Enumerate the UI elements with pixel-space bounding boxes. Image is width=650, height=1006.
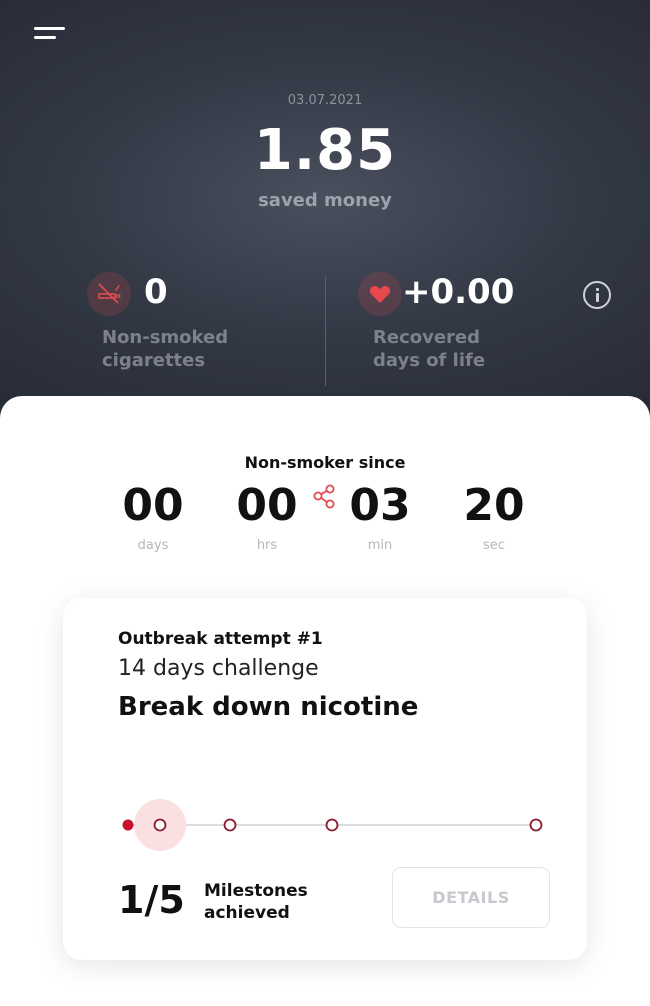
timer-hours: 00: [236, 480, 298, 531]
timer-hours-unit: hrs: [256, 538, 278, 553]
stats-divider: [325, 276, 326, 386]
saved-money-amount: 1.85: [253, 118, 397, 183]
timer-days-unit: days: [137, 538, 169, 553]
life-days-label: Recovered days of life: [373, 327, 486, 371]
menu-icon[interactable]: [32, 24, 68, 46]
challenge-goal: Break down nicotine: [118, 692, 419, 722]
non-smoker-since-title: Non-smoker since: [244, 453, 406, 472]
timer-seconds: 20: [463, 480, 525, 531]
challenge-name: 14 days challenge: [118, 656, 319, 681]
details-button[interactable]: DETAILS: [392, 867, 550, 928]
milestones-label: Milestones achieved: [204, 881, 308, 923]
attempt-title: Outbreak attempt #1: [118, 629, 323, 649]
cigarettes-count: 0: [144, 272, 168, 312]
timer-days: 00: [122, 480, 184, 531]
cigarettes-label: Non-smoked cigarettes: [102, 327, 229, 371]
info-icon[interactable]: [583, 281, 611, 309]
no-smoking-icon: [87, 272, 131, 316]
timer-seconds-unit: sec: [483, 538, 505, 553]
current-date: 03.07.2021: [287, 93, 363, 108]
heart-icon: [358, 272, 402, 316]
timer-minutes-unit: min: [367, 538, 393, 553]
timer-minutes: 03: [349, 480, 411, 531]
saved-money-label: saved money: [258, 190, 392, 211]
milestones-count: 1/5: [118, 878, 185, 922]
life-days-value: +0.00: [402, 272, 515, 312]
